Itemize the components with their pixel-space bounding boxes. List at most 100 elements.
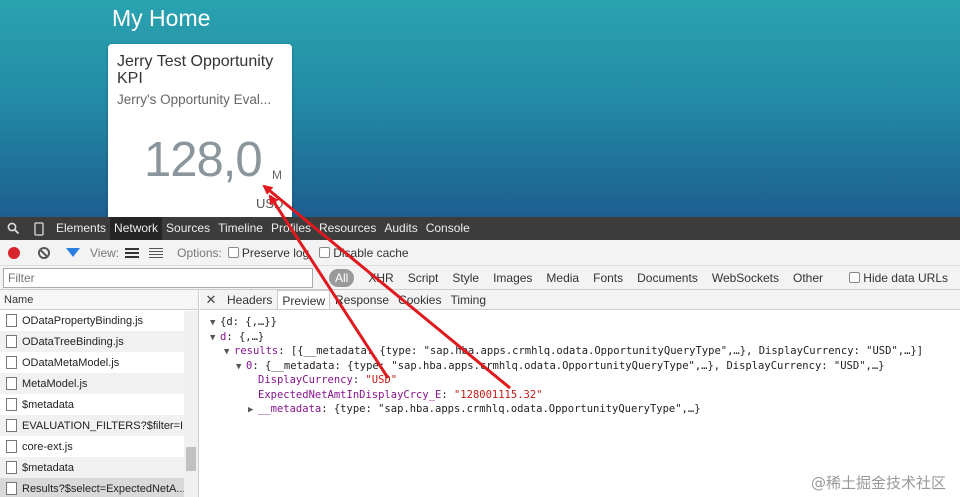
page-title: My Home xyxy=(112,5,211,31)
request-name: ODataPropertyBinding.js xyxy=(22,314,144,327)
disable-cache-option[interactable]: Disable cache xyxy=(319,245,409,260)
request-row[interactable]: ODataPropertyBinding.js xyxy=(0,310,184,331)
name-column-header[interactable]: Name xyxy=(0,290,198,310)
filter-type-xhr[interactable]: XHR xyxy=(368,271,393,285)
tile-scale: M xyxy=(272,168,282,182)
json-colon: : xyxy=(352,374,366,386)
json-colon: : xyxy=(441,388,454,401)
hide-data-urls-option[interactable]: Hide data URLs xyxy=(849,271,948,285)
filter-type-script[interactable]: Script xyxy=(408,271,439,285)
close-icon[interactable]: ✕ xyxy=(200,290,222,309)
tile-subtitle: Jerry's Opportunity Eval... xyxy=(117,92,272,107)
request-detail-panel: ✕ Headers Preview Response Cookies Timin… xyxy=(200,290,960,497)
request-row[interactable]: EVALUATION_FILTERS?$filter=I... xyxy=(0,415,184,436)
disable-cache-checkbox[interactable] xyxy=(319,247,331,258)
request-name: ODataMetaModel.js xyxy=(22,356,120,369)
hide-data-urls-checkbox[interactable] xyxy=(849,272,861,283)
json-line-displaycurrency: DisplayCurrency: "USD" xyxy=(210,373,960,388)
filter-type-websockets[interactable]: WebSockets xyxy=(712,271,779,285)
collapse-triangle-icon[interactable]: ▶ xyxy=(248,403,258,418)
scrollbar-thumb[interactable] xyxy=(186,447,196,471)
tab-profiles[interactable]: Profiles xyxy=(267,217,315,240)
request-name: $metadata xyxy=(22,398,74,411)
devtools-tabbar: Elements Network Sources Timeline Profil… xyxy=(0,217,960,240)
json-value: : {,…} xyxy=(226,330,265,343)
json-string-value: "USD" xyxy=(365,374,398,386)
json-line-item-0[interactable]: ▼ 0: {__metadata: {type: "sap.hba.apps.cr… xyxy=(210,359,960,374)
json-line-root[interactable]: ▼ {d: {,…}} xyxy=(210,315,960,330)
filter-funnel-icon[interactable] xyxy=(66,248,80,257)
file-icon xyxy=(6,461,17,474)
request-name: EVALUATION_FILTERS?$filter=I... xyxy=(22,419,184,432)
request-name: ODataTreeBinding.js xyxy=(22,335,124,348)
filter-type-media[interactable]: Media xyxy=(546,271,579,285)
filter-input[interactable] xyxy=(3,267,313,288)
tab-preview[interactable]: Preview xyxy=(277,290,331,309)
network-toolbar: View: Options: Preserve log Disable cach… xyxy=(0,240,960,266)
expand-triangle-icon[interactable]: ▼ xyxy=(236,360,246,375)
launchpad-area: My Home Jerry Test Opportunity KPI Jerry… xyxy=(0,0,960,224)
clear-icon[interactable] xyxy=(38,246,50,259)
tile-title: Jerry Test Opportunity KPI xyxy=(117,53,274,87)
request-row[interactable]: ODataTreeBinding.js xyxy=(0,331,184,352)
expand-triangle-icon[interactable]: ▼ xyxy=(224,345,234,360)
tab-console[interactable]: Console xyxy=(422,217,474,240)
filter-type-documents[interactable]: Documents xyxy=(637,271,698,285)
json-key: results xyxy=(234,345,279,357)
tab-timeline[interactable]: Timeline xyxy=(214,217,267,240)
filter-type-fonts[interactable]: Fonts xyxy=(593,271,623,285)
kpi-tile[interactable]: Jerry Test Opportunity KPI Jerry's Oppor… xyxy=(108,44,292,224)
request-row-selected[interactable]: Results?$select=ExpectedNetA... xyxy=(0,478,184,497)
request-rows: ODataPropertyBinding.js ODataTreeBinding… xyxy=(0,310,198,497)
detail-tabbar: ✕ Headers Preview Response Cookies Timin… xyxy=(200,290,960,310)
device-mode-icon[interactable] xyxy=(26,217,52,240)
tab-sources[interactable]: Sources xyxy=(162,217,214,240)
preserve-log-label: Preserve log xyxy=(241,245,310,260)
tab-network[interactable]: Network xyxy=(110,217,163,240)
overview-icon[interactable] xyxy=(149,247,164,258)
record-icon[interactable] xyxy=(8,246,20,259)
filter-type-style[interactable]: Style xyxy=(452,271,479,285)
json-line-metadata[interactable]: ▶ __metadata: {type: "sap.hba.apps.crmhlq… xyxy=(210,402,960,417)
json-line-results[interactable]: ▼ results: [{__metadata: {type: "sap.hba.… xyxy=(210,344,960,359)
request-name: core-ext.js xyxy=(22,440,73,453)
disable-cache-label: Disable cache xyxy=(333,245,409,260)
request-list-scrollbar[interactable] xyxy=(184,311,198,497)
watermark: @稀土掘金技术社区 xyxy=(810,474,946,492)
request-name: $metadata xyxy=(22,461,74,474)
json-root-summary: {d: {,…}} xyxy=(220,316,277,328)
filter-bar: All XHR Script Style Images Media Fonts … xyxy=(0,266,960,290)
tab-resources[interactable]: Resources xyxy=(315,217,380,240)
json-line-d[interactable]: ▼ d: {,…} xyxy=(210,330,960,345)
request-row[interactable]: MetaModel.js xyxy=(0,373,184,394)
hide-data-urls-label: Hide data URLs xyxy=(863,270,948,285)
preserve-log-option[interactable]: Preserve log xyxy=(227,245,310,260)
inspect-search-icon[interactable] xyxy=(0,217,26,240)
filter-type-all[interactable]: All xyxy=(329,268,355,287)
view-label: View: xyxy=(90,245,120,260)
filter-type-other[interactable]: Other xyxy=(793,271,823,285)
request-row[interactable]: $metadata xyxy=(0,394,184,415)
filter-type-images[interactable]: Images xyxy=(493,271,532,285)
tile-unit: USD xyxy=(256,196,284,211)
expand-triangle-icon[interactable]: ▼ xyxy=(210,331,220,346)
tile-kpi-value: 128,0 xyxy=(144,133,263,187)
request-row[interactable]: $metadata xyxy=(0,457,184,478)
expand-triangle-icon[interactable]: ▼ xyxy=(210,316,220,331)
tab-headers[interactable]: Headers xyxy=(223,290,276,309)
file-icon xyxy=(6,314,17,327)
devtools-panel: Elements Network Sources Timeline Profil… xyxy=(0,217,960,497)
json-value: : {type: "sap.hba.apps.crmhlq.odata.Oppo… xyxy=(321,403,701,415)
tab-timing[interactable]: Timing xyxy=(446,290,490,309)
request-row[interactable]: core-ext.js xyxy=(0,436,184,457)
request-row[interactable]: ODataMetaModel.js xyxy=(0,352,184,373)
large-rows-icon[interactable] xyxy=(125,247,140,258)
tab-elements[interactable]: Elements xyxy=(52,217,110,240)
tab-audits[interactable]: Audits xyxy=(380,217,421,240)
preserve-log-checkbox[interactable] xyxy=(227,247,239,258)
file-icon xyxy=(6,377,17,390)
file-icon xyxy=(6,398,17,411)
json-key: __metadata xyxy=(258,403,322,415)
tab-cookies[interactable]: Cookies xyxy=(394,290,445,309)
tab-response[interactable]: Response xyxy=(331,290,393,309)
